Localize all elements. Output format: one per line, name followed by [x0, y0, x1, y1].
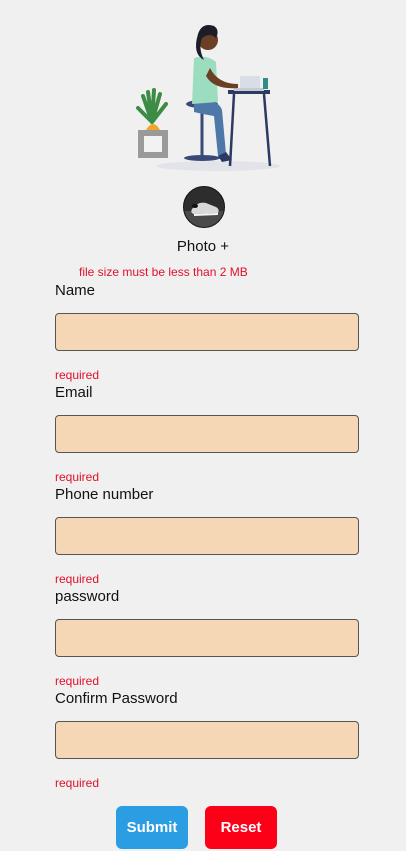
password-input[interactable]: [55, 619, 359, 657]
name-input[interactable]: [55, 313, 359, 351]
phone-field-group: Phone number required: [55, 485, 359, 587]
phone-error: required: [55, 572, 100, 586]
photo-upload-label[interactable]: Photo +: [0, 238, 406, 255]
name-label: Name: [55, 282, 96, 299]
photo-avatar[interactable]: [183, 186, 225, 228]
email-input[interactable]: [55, 415, 359, 453]
sneaker-photo-icon: [184, 187, 224, 227]
password-label: password: [55, 588, 120, 605]
email-label: Email: [55, 384, 93, 401]
confirm-password-input[interactable]: [55, 721, 359, 759]
registration-form: Name required Email required Phone numbe…: [55, 281, 359, 791]
name-field-group: Name required: [55, 281, 359, 383]
name-error: required: [55, 368, 100, 382]
password-field-group: password required: [55, 587, 359, 689]
confirm-password-label: Confirm Password: [55, 690, 178, 707]
file-size-error: file size must be less than 2 MB: [79, 265, 248, 279]
confirm-password-field-group: Confirm Password required: [55, 689, 359, 791]
phone-label: Phone number: [55, 486, 154, 503]
email-error: required: [55, 470, 100, 484]
confirm-password-error: required: [55, 776, 100, 790]
submit-button[interactable]: Submit: [116, 806, 188, 849]
hero-illustration: [136, 25, 280, 171]
password-error: required: [55, 674, 100, 688]
email-field-group: Email required: [55, 383, 359, 485]
reset-button[interactable]: Reset: [205, 806, 277, 849]
phone-input[interactable]: [55, 517, 359, 555]
